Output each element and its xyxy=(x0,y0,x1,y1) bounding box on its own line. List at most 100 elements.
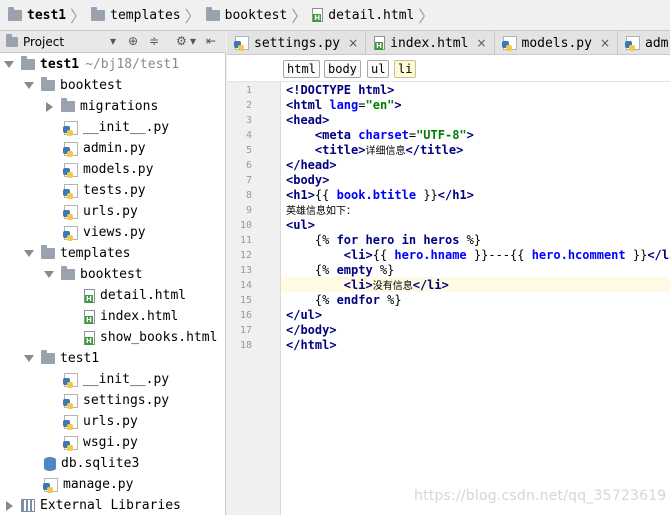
tag-path-body[interactable]: body xyxy=(324,60,361,78)
expand-arrow-icon[interactable] xyxy=(24,82,34,89)
line-number: 7 xyxy=(245,175,252,186)
tree-item-file[interactable]: db.sqlite3 xyxy=(44,453,139,474)
tab-admin-py[interactable]: adm xyxy=(618,31,670,54)
chevron-down-icon[interactable]: ▾ xyxy=(110,34,116,48)
code-line[interactable]: <title>详细信息</title> xyxy=(286,143,463,158)
code-line[interactable]: </ul> xyxy=(286,308,322,323)
html-file-icon xyxy=(84,309,95,324)
breadcrumb-item-detail-html[interactable]: detail.html xyxy=(312,0,414,30)
code-line[interactable]: <h1>{{ book.btitle }}</h1> xyxy=(286,188,474,203)
folder-icon xyxy=(41,245,55,259)
editor-tab-bar: settings.py × index.html × models.py × a… xyxy=(227,31,670,55)
folder-icon xyxy=(61,98,75,112)
python-file-icon xyxy=(63,141,78,157)
code-line[interactable]: <head> xyxy=(286,113,329,128)
line-number: 10 xyxy=(239,220,252,231)
line-number: 17 xyxy=(239,325,252,336)
breadcrumb-item-templates[interactable]: templates xyxy=(91,0,181,30)
line-number: 6 xyxy=(245,160,252,171)
tree-item-file[interactable]: settings.py xyxy=(63,390,169,411)
tree-item-file[interactable]: wsgi.py xyxy=(63,432,138,453)
collapse-all-icon[interactable]: ≑ xyxy=(149,34,159,48)
expand-arrow-icon[interactable] xyxy=(24,250,34,257)
collapsed-arrow-icon[interactable] xyxy=(6,500,13,511)
tree-item-test1[interactable]: test1 xyxy=(24,348,99,369)
expand-arrow-icon[interactable] xyxy=(24,355,34,362)
close-icon[interactable]: × xyxy=(600,36,610,50)
chevron-right-icon: 〉 xyxy=(418,7,435,26)
close-icon[interactable]: × xyxy=(348,36,358,50)
database-icon xyxy=(44,456,56,471)
code-line[interactable]: </body> xyxy=(286,323,337,338)
tree-item-file[interactable]: detail.html xyxy=(84,285,186,306)
code-line[interactable]: <body> xyxy=(286,173,329,188)
tree-item-templates[interactable]: templates xyxy=(24,243,130,264)
tab-index-html[interactable]: index.html × xyxy=(366,31,495,54)
code-line[interactable]: <li>没有信息</li> xyxy=(286,278,449,293)
tree-item-project-root[interactable]: test1 ~/bj18/test1 xyxy=(4,54,179,75)
tree-item-file[interactable]: urls.py xyxy=(63,201,138,222)
tree-item-file[interactable]: tests.py xyxy=(63,180,146,201)
folder-icon xyxy=(8,6,22,21)
code-line[interactable]: {% endfor %} xyxy=(286,293,402,308)
line-number: 11 xyxy=(239,235,252,246)
close-icon[interactable]: × xyxy=(476,36,486,50)
code-line[interactable]: <html lang="en"> xyxy=(286,98,402,113)
tab-models-py[interactable]: models.py × xyxy=(495,31,619,54)
breadcrumb-item-booktest[interactable]: booktest xyxy=(205,0,287,30)
tree-item-file[interactable]: manage.py xyxy=(43,474,133,495)
project-panel-header: Project ▾ ⊕ ≑ ⚙ ▾ ⇤ xyxy=(0,31,226,53)
code-line[interactable]: <!DOCTYPE html> xyxy=(286,83,394,98)
tree-item-file[interactable]: urls.py xyxy=(63,411,138,432)
code-line[interactable]: <meta charset="UTF-8"> xyxy=(286,128,474,143)
code-line[interactable]: </html> xyxy=(286,338,337,353)
target-icon[interactable]: ⊕ xyxy=(128,34,138,48)
folder-icon xyxy=(91,6,106,21)
expand-arrow-icon[interactable] xyxy=(44,271,54,278)
tree-item-file[interactable]: __init__.py xyxy=(63,369,169,390)
hide-panel-icon[interactable]: ⇤ xyxy=(206,34,216,48)
tree-item-file[interactable]: admin.py xyxy=(63,138,146,159)
code-line[interactable]: <ul> xyxy=(286,218,315,233)
line-number: 3 xyxy=(245,115,252,126)
tree-item-booktest[interactable]: booktest xyxy=(24,75,123,96)
code-line[interactable]: {% empty %} xyxy=(286,263,395,278)
code-line[interactable]: </head> xyxy=(286,158,337,173)
python-file-icon xyxy=(63,225,78,241)
python-file-icon xyxy=(43,477,58,493)
chevron-right-icon: 〉 xyxy=(291,7,308,26)
tree-item-file[interactable]: index.html xyxy=(84,306,178,327)
tree-item-file[interactable]: __init__.py xyxy=(63,117,169,138)
html-file-icon xyxy=(84,288,95,303)
python-file-icon xyxy=(63,120,78,136)
tree-item-migrations[interactable]: migrations xyxy=(44,96,158,117)
chevron-right-icon: 〉 xyxy=(70,7,87,26)
python-file-icon xyxy=(234,36,249,51)
gear-icon[interactable]: ⚙ xyxy=(176,34,187,48)
folder-icon xyxy=(61,266,75,280)
breadcrumb: test1 〉 templates 〉 booktest 〉 detail.ht… xyxy=(0,0,670,31)
tree-item-file[interactable]: show_books.html xyxy=(84,327,217,348)
breadcrumb-item-test1[interactable]: test1 xyxy=(8,0,66,30)
line-number: 14 xyxy=(239,280,252,291)
code-line[interactable]: <li>{{ hero.hname }}---{{ hero.hcomment … xyxy=(286,248,670,263)
tree-item-external-libraries[interactable]: External Libraries xyxy=(4,495,181,515)
code-line[interactable]: 英雄信息如下： xyxy=(286,203,356,218)
tag-path-ul[interactable]: ul xyxy=(367,60,390,78)
python-file-icon xyxy=(625,36,641,51)
tree-item-file[interactable]: views.py xyxy=(63,222,146,243)
python-file-icon xyxy=(63,162,78,178)
tab-settings-py[interactable]: settings.py × xyxy=(227,31,367,54)
project-view-selector[interactable]: Project xyxy=(6,33,64,49)
library-icon xyxy=(21,499,35,512)
code-line[interactable]: {% for hero in heros %} xyxy=(286,233,481,248)
collapsed-arrow-icon[interactable] xyxy=(46,101,53,112)
chevron-down-icon[interactable]: ▾ xyxy=(190,34,196,48)
tag-path-li[interactable]: li xyxy=(394,60,417,78)
tree-item-templates-booktest[interactable]: booktest xyxy=(44,264,143,285)
tag-path-html[interactable]: html xyxy=(283,60,320,78)
expand-arrow-icon[interactable] xyxy=(4,61,14,68)
tree-item-file[interactable]: models.py xyxy=(63,159,153,180)
line-number: 1 xyxy=(245,85,252,96)
html-file-icon xyxy=(84,330,95,345)
